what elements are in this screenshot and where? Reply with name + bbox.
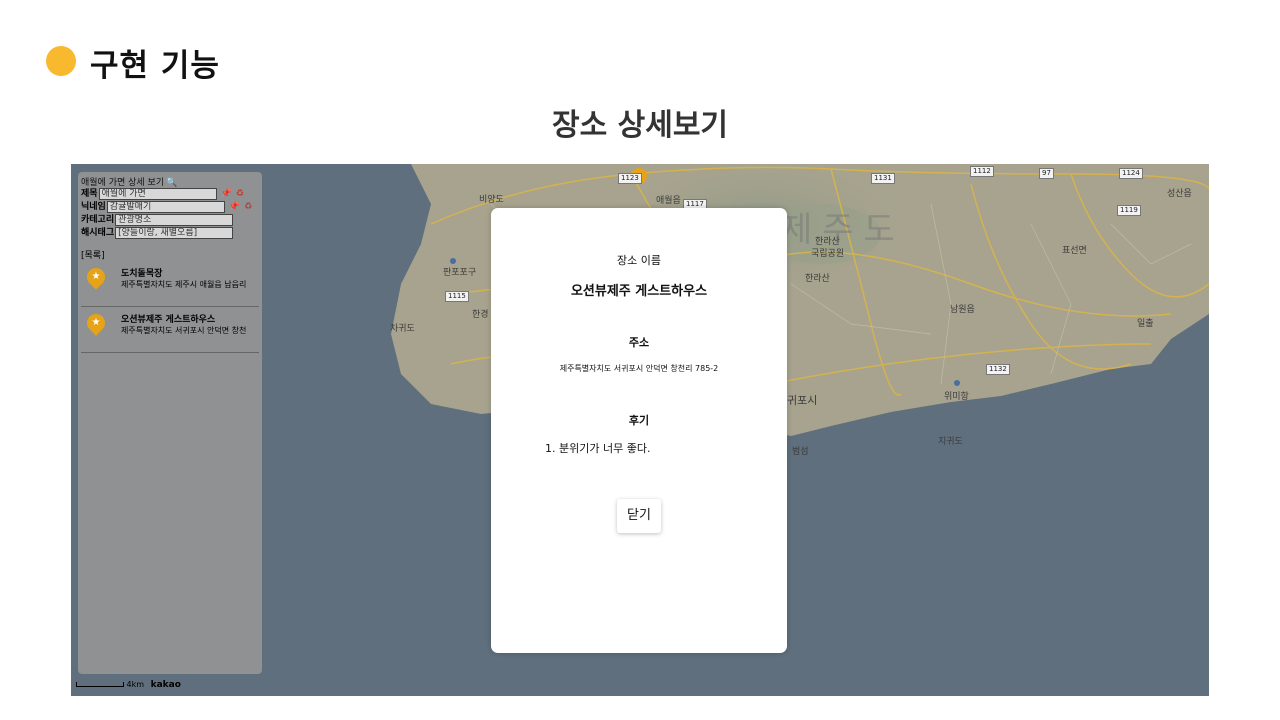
field-label: 카테고리 — [81, 215, 115, 225]
map-label-panpo: 판포포구 — [443, 268, 477, 278]
place-detail-modal: 장소 이름 오션뷰제주 게스트하우스 주소 제주특별자치도 서귀포시 안덕면 창… — [491, 208, 787, 653]
field-label: 해시태그 — [81, 228, 115, 238]
review-label: 후기 — [628, 414, 650, 427]
map-label-ilchul: 일출 — [1137, 319, 1154, 329]
road-badge: 1131 — [871, 173, 895, 184]
map-label-seogwipo: 귀포시 — [787, 394, 818, 407]
road-badge: 1124 — [1119, 168, 1143, 179]
pin-icon[interactable]: 📌 — [221, 188, 232, 200]
field-hashtag: 해시태그 [양들이랑, 새별오름] — [81, 227, 234, 239]
road-badge: 97 — [1039, 168, 1054, 179]
road-badge: 1123 — [618, 173, 642, 184]
road-badge: 1115 — [445, 291, 469, 302]
map-label-jigwido: 지귀도 — [938, 437, 963, 447]
place-list-item[interactable]: ★ 오션뷰제주 게스트하우스 제주특별자치도 서귀포시 안덕면 창천 — [81, 306, 259, 353]
panel-header: 애월에 가면 상세 보기 🔍 — [81, 175, 177, 188]
place-list-item[interactable]: ★ 도치돌목장 제주특별자치도 제주시 애월읍 납읍리 — [81, 260, 259, 307]
map-label-hangyeong: 한경 — [472, 310, 489, 320]
slide-title: 구현 기능 — [90, 48, 220, 84]
magnifier-icon[interactable]: 🔍 — [166, 178, 177, 188]
map-label-hallasan-peak: 한라산 — [805, 274, 830, 284]
scale-text: 4km — [126, 680, 145, 689]
close-button[interactable]: 닫기 — [617, 499, 661, 533]
road-badge: 1112 — [970, 166, 994, 177]
map-label-seongsan: 성산읍 — [1167, 189, 1192, 199]
map-label-pyoseon: 표선면 — [1062, 246, 1087, 256]
place-marker-icon: ★ — [83, 310, 109, 336]
map-label-national-park: 국립공원 — [811, 249, 845, 259]
map-view[interactable]: 제주도 비양도 애월읍 한라산 국립공원 한라산 성산읍 표선면 남원읍 귀포시… — [71, 164, 1209, 696]
address-value: 제주특별자치도 서귀포시 안덕면 창천리 785-2 — [559, 364, 719, 373]
place-name: 오션뷰제주 게스트하우스 — [121, 315, 216, 325]
place-address: 제주특별자치도 제주시 애월읍 납읍리 — [121, 280, 247, 289]
map-label-jejudo: 제주도 — [781, 210, 905, 250]
map-scale-bar: 4km kakao — [76, 680, 181, 690]
place-name: 도치돌목장 — [121, 269, 163, 279]
field-category: 카테고리 관광명소 — [81, 214, 234, 226]
map-label-chagwido: 차귀도 — [390, 324, 415, 334]
section-title: 장소 상세보기 — [551, 108, 729, 143]
title-input[interactable]: 애월에 가면 — [98, 188, 217, 200]
category-input[interactable]: 관광명소 — [115, 214, 234, 226]
panel-header-text: 애월에 가면 상세 보기 — [81, 178, 165, 188]
scale-line — [76, 682, 124, 687]
map-label-wimi: 위미항 — [944, 392, 969, 402]
field-label: 닉네임 — [81, 202, 106, 212]
detail-panel: 애월에 가면 상세 보기 🔍 제목 애월에 가면 📌 ♻ 닉네임 감귤발매기 📌 ♻ 카테고리… — [78, 172, 262, 674]
pin-icon[interactable]: 📌 — [229, 201, 240, 213]
delete-icon[interactable]: ♻ — [236, 188, 244, 200]
road-badge: 1119 — [1117, 205, 1141, 216]
map-label-beomseom: 범섬 — [792, 447, 809, 457]
map-label-biyangdo: 비양도 — [479, 195, 504, 205]
map-label-aewol: 애월읍 — [656, 196, 681, 206]
place-address: 제주특별자치도 서귀포시 안덕면 창천 — [121, 326, 247, 335]
nickname-input[interactable]: 감귤발매기 — [106, 201, 225, 213]
field-title: 제목 애월에 가면 📌 ♻ — [81, 188, 244, 200]
delete-icon[interactable]: ♻ — [244, 201, 252, 213]
road-badge: 1132 — [986, 364, 1010, 375]
hashtag-input[interactable]: [양들이랑, 새별오름] — [115, 227, 234, 239]
review-item: 1. 분위기가 너무 좋다. — [545, 442, 651, 455]
address-label: 주소 — [628, 336, 650, 349]
place-name-label: 장소 이름 — [617, 254, 661, 267]
kakao-logo: kakao — [150, 680, 181, 690]
place-marker-icon: ★ — [83, 264, 109, 290]
field-label: 제목 — [81, 189, 98, 199]
field-nickname: 닉네임 감귤발매기 📌 ♻ — [81, 201, 252, 213]
place-name-value: 오션뷰제주 게스트하우스 — [570, 284, 708, 299]
map-label-namwon: 남원읍 — [950, 305, 975, 315]
bullet-dot — [46, 46, 76, 76]
